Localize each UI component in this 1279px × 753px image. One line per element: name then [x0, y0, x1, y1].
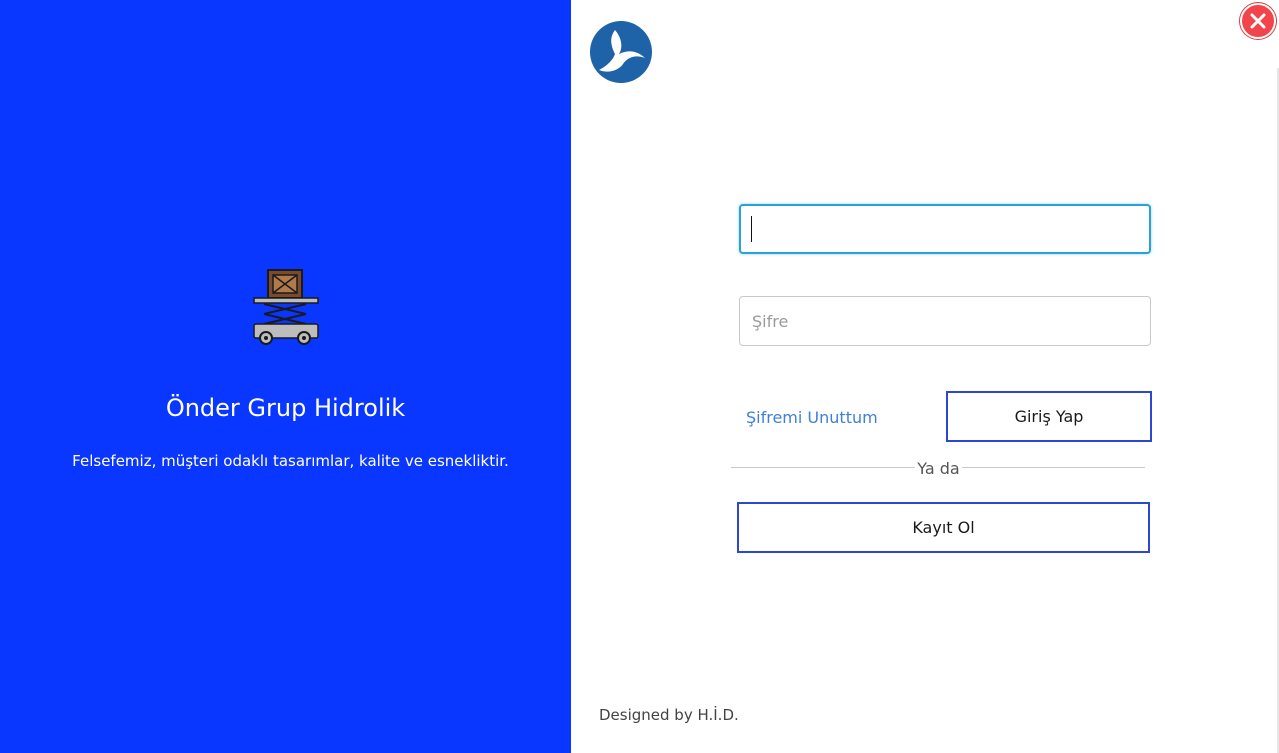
brand-panel: Önder Grup Hidrolik Felsefemiz, müşteri … [0, 0, 571, 753]
username-field[interactable] [739, 204, 1151, 254]
register-button[interactable]: Kayıt Ol [737, 502, 1150, 553]
scissor-lift-icon [253, 269, 319, 345]
close-button[interactable] [1240, 3, 1276, 39]
brand-tagline: Felsefemiz, müşteri odaklı tasarımlar, k… [72, 452, 509, 470]
login-panel: Şifremi Unuttum Giriş Yap Ya da Kayıt Ol… [571, 0, 1279, 753]
brand-title: Önder Grup Hidrolik [165, 394, 406, 422]
forgot-password-link[interactable]: Şifremi Unuttum [746, 408, 878, 427]
company-logo-icon [590, 21, 652, 83]
footer-credit: Designed by H.İ.D. [599, 706, 739, 724]
password-field[interactable] [739, 296, 1151, 346]
divider-line-right [962, 467, 1145, 468]
login-window: Önder Grup Hidrolik Felsefemiz, müşteri … [0, 0, 1279, 753]
divider-label: Ya da [917, 459, 960, 478]
close-icon [1250, 13, 1266, 29]
login-button[interactable]: Giriş Yap [946, 391, 1152, 442]
divider-line-left [731, 467, 915, 468]
text-caret [751, 216, 752, 242]
